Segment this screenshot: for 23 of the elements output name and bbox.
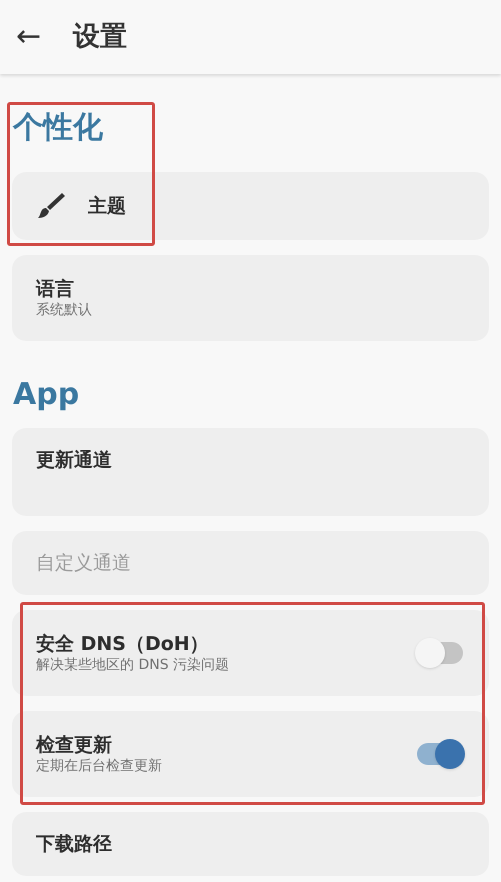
setting-item[interactable]: 安全 DNS（DoH） 解决某些地区的 DNS 污染问题 xyxy=(12,610,489,696)
setting-title: 下载路径 xyxy=(36,832,113,856)
toggle-switch[interactable] xyxy=(415,738,465,770)
setting-title: 更新通道 xyxy=(36,448,113,472)
setting-item[interactable]: 检查更新 定期在后台检查更新 xyxy=(12,711,489,797)
setting-title: 语言 xyxy=(36,277,75,301)
brush-icon xyxy=(36,192,66,220)
back-button[interactable]: ← xyxy=(16,22,42,52)
toggle-switch[interactable] xyxy=(415,637,465,669)
setting-title: 主题 xyxy=(88,194,127,218)
setting-title: 检查更新 xyxy=(36,733,113,757)
setting-item[interactable]: 更新通道 xyxy=(12,428,489,516)
setting-title: 安全 DNS（DoH） xyxy=(36,632,210,656)
setting-item[interactable]: 主题 xyxy=(12,172,489,240)
section-heading: 个性化 xyxy=(13,110,103,146)
setting-subtitle: 定期在后台检查更新 xyxy=(36,757,163,775)
page-title: 设置 xyxy=(73,20,128,54)
setting-item[interactable]: 语言 系统默认 xyxy=(12,255,489,341)
section-heading: App xyxy=(13,377,80,413)
setting-item[interactable]: 下载路径 xyxy=(12,812,489,876)
setting-subtitle: 解决某些地区的 DNS 污染问题 xyxy=(36,656,230,674)
setting-subtitle: 系统默认 xyxy=(36,301,93,319)
setting-title: 自定义通道 xyxy=(36,551,132,575)
